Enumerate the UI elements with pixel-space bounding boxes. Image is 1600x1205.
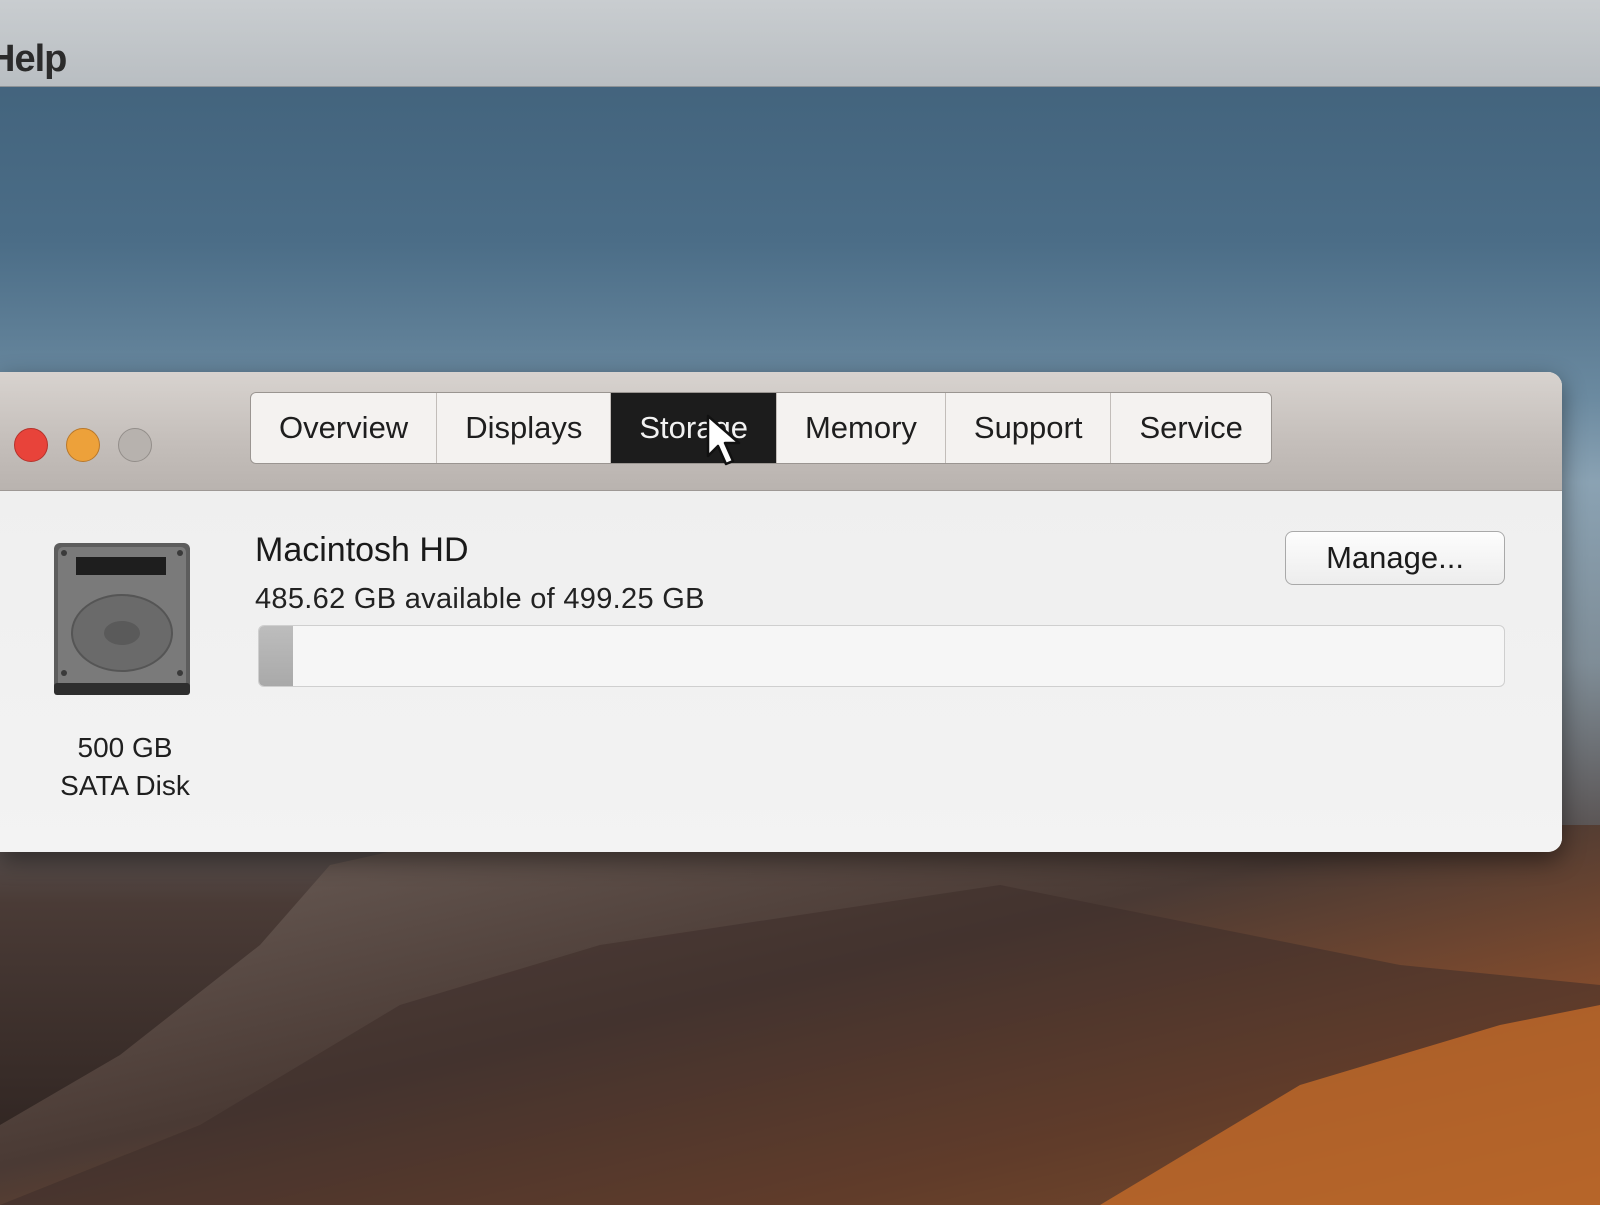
storage-panel: 500 GB SATA Disk Macintosh HD 485.62 GB … [0, 491, 1562, 852]
tab-service[interactable]: Service [1111, 393, 1270, 463]
zoom-button[interactable] [118, 428, 152, 462]
tab-memory[interactable]: Memory [777, 393, 946, 463]
window-titlebar: Overview Displays Storage Memory Support… [0, 372, 1562, 491]
disk-label: 500 GB SATA Disk [40, 729, 210, 805]
wallpaper-mountain [0, 825, 1600, 1205]
disk-type: SATA Disk [60, 770, 190, 801]
disk-capacity: 500 GB [77, 732, 173, 763]
about-this-mac-window: Overview Displays Storage Memory Support… [0, 372, 1562, 852]
volume-name: Macintosh HD [255, 531, 469, 569]
desktop: Help Overview Displays Storage Memory Su… [0, 0, 1600, 1205]
manage-button[interactable]: Manage... [1285, 531, 1505, 585]
hard-disk-icon [54, 543, 190, 695]
menu-help[interactable]: Help [0, 38, 67, 81]
close-button[interactable] [14, 428, 48, 462]
tab-support[interactable]: Support [946, 393, 1112, 463]
volume-availability: 485.62 GB available of 499.25 GB [255, 583, 705, 615]
tab-storage[interactable]: Storage [611, 393, 777, 463]
storage-usage-fill [259, 626, 293, 686]
tab-displays[interactable]: Displays [437, 393, 612, 463]
tab-bar: Overview Displays Storage Memory Support… [250, 392, 1272, 464]
menu-bar: Help [0, 0, 1600, 87]
minimize-button[interactable] [66, 428, 100, 462]
storage-usage-bar [258, 625, 1505, 687]
mouse-pointer-icon [706, 414, 741, 466]
tab-overview[interactable]: Overview [251, 393, 438, 463]
